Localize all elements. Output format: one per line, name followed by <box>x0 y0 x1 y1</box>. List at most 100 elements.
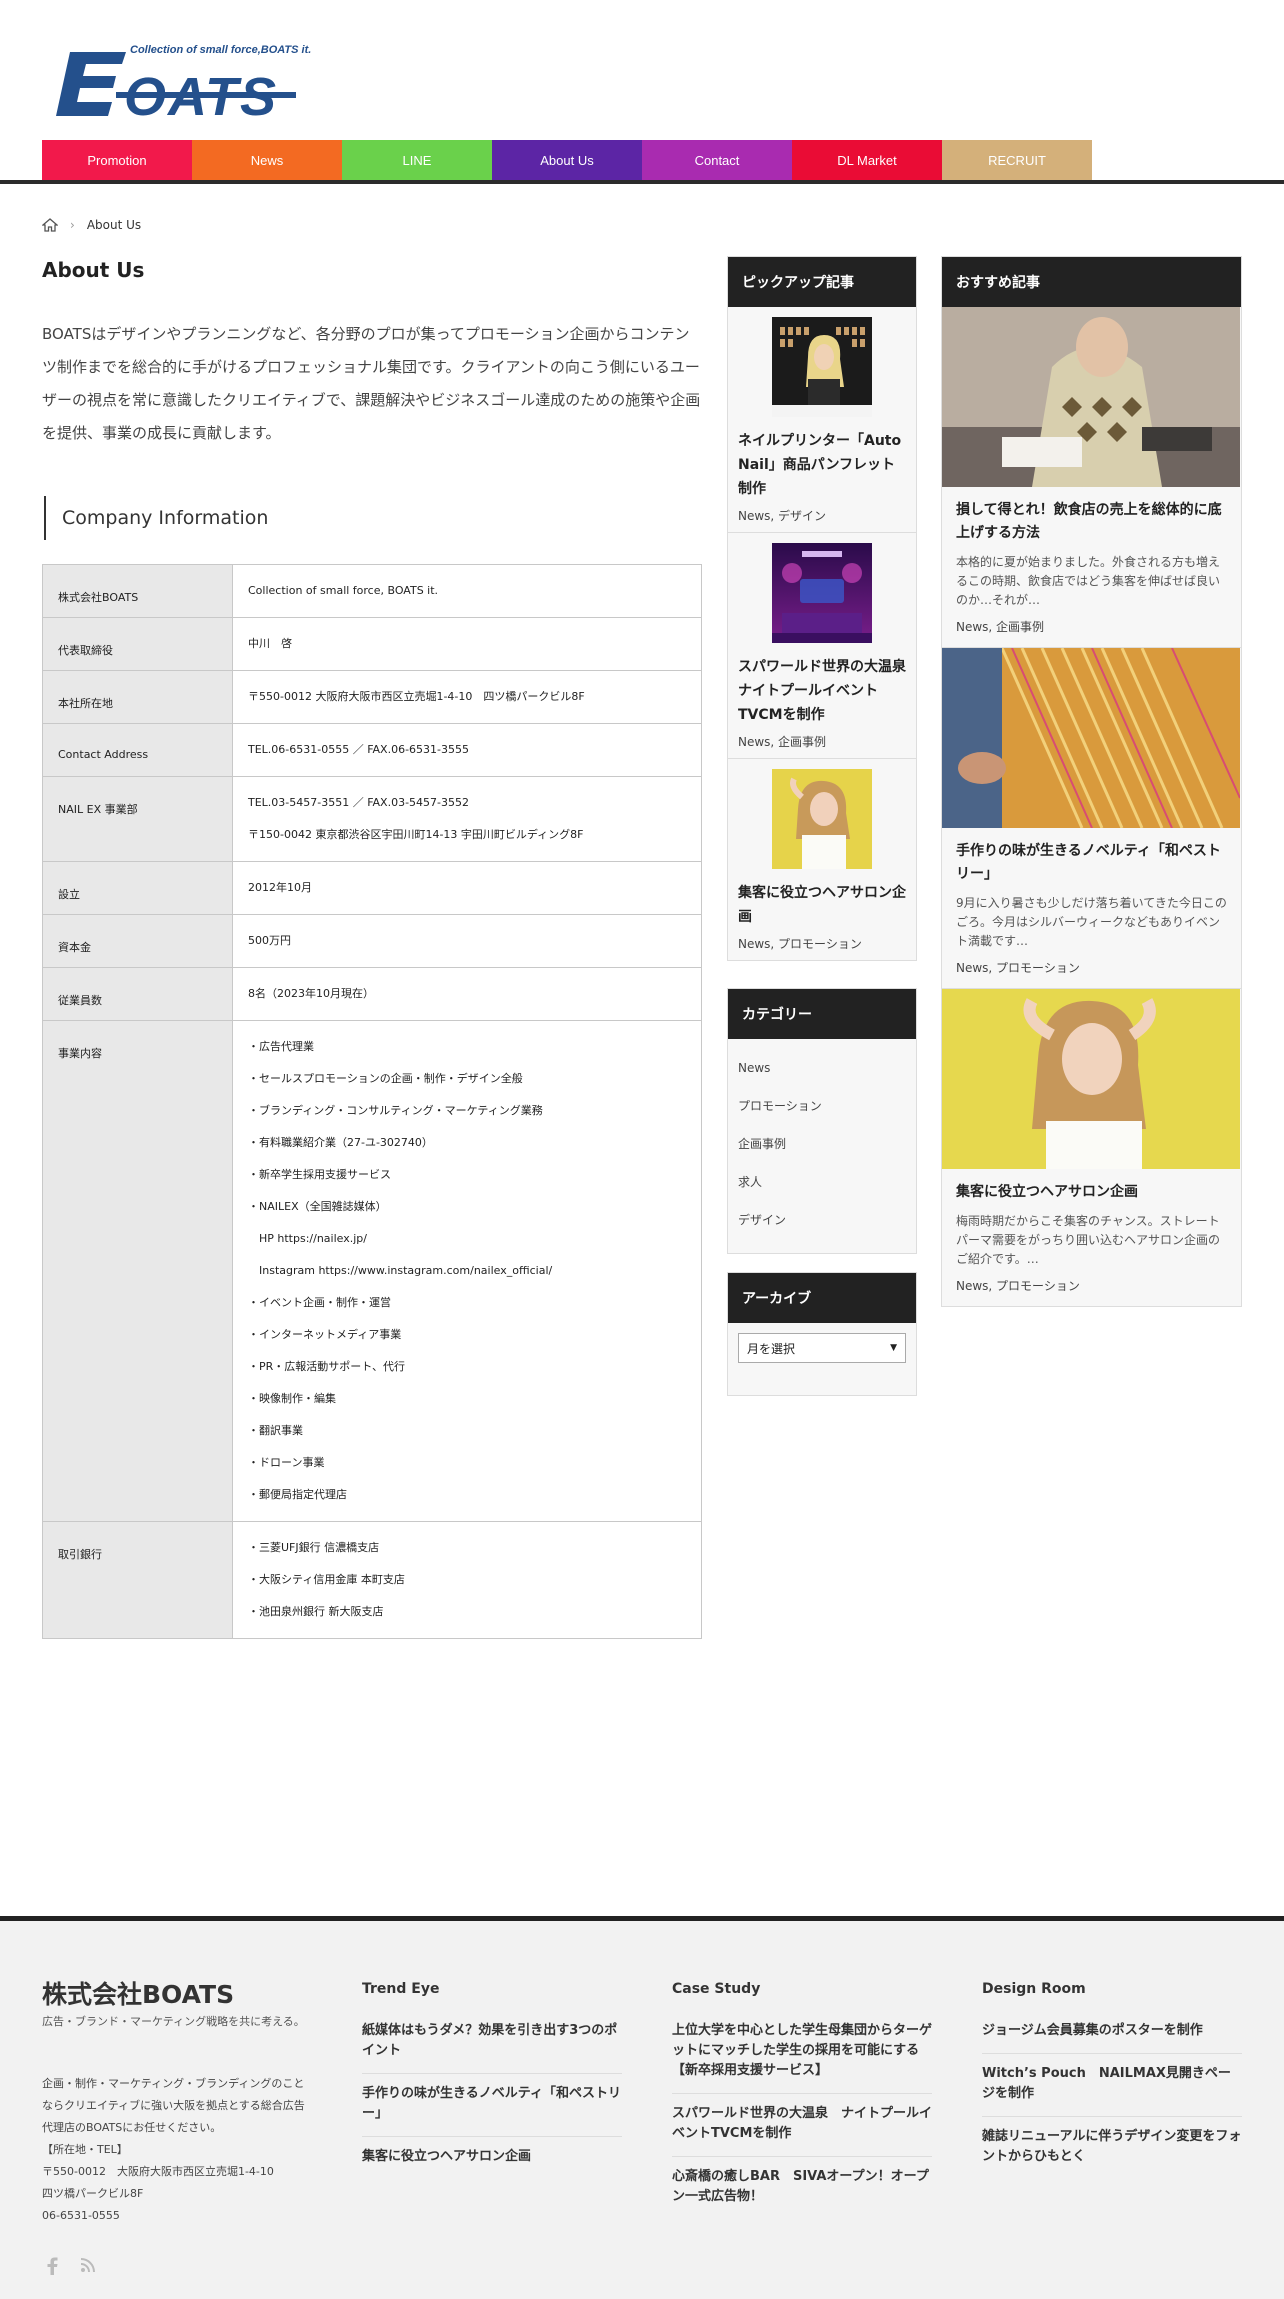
pickup-title[interactable]: 集客に役立つヘアサロン企画 <box>738 881 906 929</box>
company-table-value: 〒550-0012 大阪府大阪市西区立売堀1-4-10 四ツ橋パークビル8F <box>232 670 702 724</box>
recommended-item[interactable]: 損して得とれ！飲食店の売上を総体的に底上げする方法 本格的に夏が始まりました。外… <box>942 307 1241 648</box>
category-widget: カテゴリー News プロモーション 企画事例 求人 デザイン <box>727 988 917 1254</box>
nav-line[interactable]: LINE <box>342 140 492 180</box>
nav-about-us[interactable]: About Us <box>492 140 642 180</box>
pickup-title[interactable]: スパワールド世界の大温泉 ナイトプールイベントTVCMを制作 <box>738 655 906 727</box>
chevron-down-icon: ▼ <box>890 1343 897 1353</box>
section-heading: Company Information <box>44 496 268 540</box>
footer-link[interactable]: Witch’s Pouch NAILMAX見開きページを制作 <box>982 2054 1242 2117</box>
nav-recruit[interactable]: RECRUIT <box>942 140 1092 180</box>
recommended-title[interactable]: 集客に役立つヘアサロン企画 <box>956 1181 1227 1204</box>
pickup-item[interactable]: 集客に役立つヘアサロン企画 News, プロモーション <box>728 759 916 960</box>
footer-col-design-room: Design Room ジョージム会員募集のポスターを制作 Witch’s Po… <box>982 1981 1242 2179</box>
nav-contact[interactable]: Contact <box>642 140 792 180</box>
recommended-image-restaurant <box>942 307 1240 487</box>
pickup-meta[interactable]: News, 企画事例 <box>738 733 906 750</box>
recommended-image-hair-salon <box>942 989 1240 1169</box>
company-table-value-line: 〒550-0012 大阪府大阪市西区立売堀1-4-10 四ツ橋パークビル8F <box>248 690 585 703</box>
company-table-value-line: ・ドローン事業 <box>248 1456 325 1469</box>
company-table-value-line: 8名（2023年10月現在） <box>248 987 374 1000</box>
breadcrumb: › About Us <box>42 218 141 232</box>
company-table-label: 取引銀行 <box>42 1521 233 1639</box>
footer-link[interactable]: 紙媒体はもうダメ？効果を引き出す3つのポイント <box>362 2011 622 2074</box>
logo-wordmark: OATS <box>124 67 278 127</box>
company-table-value-line: 500万円 <box>248 934 291 947</box>
recommended-image-weaving <box>942 648 1240 828</box>
company-table-value-line: TEL.03-5457-3551 ／ FAX.03-5457-3552 <box>248 796 470 809</box>
company-table-row: 資本金 500万円 <box>42 914 702 968</box>
recommended-title[interactable]: 手作りの味が生きるノベルティ「和ペストリー」 <box>956 840 1227 886</box>
company-table-value-line: ・大阪シティ信用金庫 本町支店 <box>248 1573 405 1586</box>
company-table-value-line: ・セールスプロモーションの企画・制作・デザイン全般 <box>248 1072 523 1085</box>
recommended-heading: おすすめ記事 <box>942 257 1241 307</box>
company-table-value-line: 中川 啓 <box>248 637 292 650</box>
company-table-label: 本社所在地 <box>42 670 233 724</box>
footer-link[interactable]: 雑誌リニューアルに伴うデザイン変更をフォントからひもとく <box>982 2117 1242 2179</box>
footer-link[interactable]: スパワールド世界の大温泉 ナイトプールイベントTVCMを制作 <box>672 2094 932 2157</box>
nav-news[interactable]: News <box>192 140 342 180</box>
pickup-meta[interactable]: News, デザイン <box>738 507 906 524</box>
rss-icon[interactable] <box>80 2257 96 2279</box>
company-table-value-line: ・インターネットメディア事業 <box>248 1328 402 1341</box>
nav-promotion[interactable]: Promotion <box>42 140 192 180</box>
company-table-label: 代表取締役 <box>42 617 233 671</box>
pickup-item[interactable]: ネイルプリンター「Auto Nail」商品パンフレット制作 News, デザイン <box>728 307 916 533</box>
company-table-label: 資本金 <box>42 914 233 968</box>
company-table-label: 従業員数 <box>42 967 233 1021</box>
recommended-excerpt: 梅雨時期だからこそ集客のチャンス。ストレートパーマ需要をがっちり囲い込むヘアサロ… <box>956 1214 1221 1266</box>
recommended-title[interactable]: 損して得とれ！飲食店の売上を総体的に底上げする方法 <box>956 499 1227 545</box>
pickup-meta[interactable]: News, プロモーション <box>738 935 906 952</box>
category-recruit[interactable]: 求人 <box>738 1163 906 1201</box>
recommended-item[interactable]: 手作りの味が生きるノベルティ「和ペストリー」 9月に入り暑さも少しだけ落ち着いて… <box>942 648 1241 989</box>
company-table-value-line: ・イベント企画・制作・運営 <box>248 1296 391 1309</box>
company-table-value-line: ・新卒学生採用支援サービス <box>248 1168 391 1181</box>
archive-month-select[interactable]: 月を選択 ▼ <box>738 1333 906 1363</box>
footer-link[interactable]: 集客に役立つヘアサロン企画 <box>362 2137 622 2179</box>
company-table-row: 従業員数 8名（2023年10月現在） <box>42 967 702 1021</box>
footer-col-case-study: Case Study 上位大学を中心とした学生母集団からターゲットにマッチした学… <box>672 1981 932 2219</box>
recommended-meta[interactable]: News, 企画事例 <box>956 618 1227 635</box>
footer-link[interactable]: 心斎橋の癒しBAR SIVAオープン！オープン一式広告物！ <box>672 2157 932 2219</box>
recommended-meta[interactable]: News, プロモーション <box>956 959 1227 976</box>
facebook-icon[interactable] <box>46 2257 58 2279</box>
company-table-value-line: ・郵便局指定代理店 <box>248 1488 347 1501</box>
company-info-table: 株式会社BOATS Collection of small force, BOAT… <box>42 564 702 1639</box>
recommended-excerpt: 9月に入り暑さも少しだけ落ち着いてきた今日このごろ。今月はシルバーウィークなども… <box>956 896 1227 948</box>
company-table-label: NAIL EX 事業部 <box>42 776 233 862</box>
main-nav: Promotion News LINE About Us Contact DL … <box>42 140 1092 180</box>
company-table-value-line: ・NAILEX（全国雑誌媒体） <box>248 1200 387 1213</box>
category-news[interactable]: News <box>738 1049 906 1087</box>
company-table-value-line: ・ブランディング・コンサルティング・マーケティング業務 <box>248 1104 543 1117</box>
category-case-study[interactable]: 企画事例 <box>738 1125 906 1163</box>
company-table-value: ・三菱UFJ銀行 信濃橋支店 ・大阪シティ信用金庫 本町支店 ・池田泉州銀行 新大阪… <box>232 1521 702 1639</box>
site-footer: 株式会社BOATS 広告・ブランド・マーケティング戦略を共に考える。 企画・制作… <box>0 1916 1284 2299</box>
company-table-row: 取引銀行 ・三菱UFJ銀行 信濃橋支店 ・大阪シティ信用金庫 本町支店 ・池田泉州銀行… <box>42 1521 702 1639</box>
pickup-thumb-nail-printer <box>772 317 872 417</box>
archive-widget: アーカイブ 月を選択 ▼ <box>727 1272 917 1396</box>
footer-link[interactable]: ジョージム会員募集のポスターを制作 <box>982 2011 1242 2054</box>
category-heading: カテゴリー <box>728 989 916 1039</box>
footer-desc-line: 06-6531-0555 <box>42 2209 120 2222</box>
recommended-item[interactable]: 集客に役立つヘアサロン企画 梅雨時期だからこそ集客のチャンス。ストレートパーマ需… <box>942 989 1241 1306</box>
archive-heading: アーカイブ <box>728 1273 916 1323</box>
nav-dl-market[interactable]: DL Market <box>792 140 942 180</box>
category-promotion[interactable]: プロモーション <box>738 1087 906 1125</box>
footer-desc-line: 〒550-0012 大阪府大阪市西区立売堀1-4-10 <box>42 2165 274 2178</box>
site-header: Collection of small force,BOATS it. OATS… <box>0 0 1284 184</box>
footer-link[interactable]: 手作りの味が生きるノベルティ「和ペストリー」 <box>362 2074 622 2137</box>
pickup-item[interactable]: スパワールド世界の大温泉 ナイトプールイベントTVCMを制作 News, 企画事… <box>728 533 916 759</box>
company-table-value: 8名（2023年10月現在） <box>232 967 702 1021</box>
company-table-value: TEL.06-6531-0555 ／ FAX.06-6531-3555 <box>232 723 702 777</box>
category-design[interactable]: デザイン <box>738 1201 906 1239</box>
home-icon[interactable] <box>42 218 58 232</box>
company-table-label: 事業内容 <box>42 1020 233 1522</box>
recommended-meta[interactable]: News, プロモーション <box>956 1277 1227 1294</box>
pickup-title[interactable]: ネイルプリンター「Auto Nail」商品パンフレット制作 <box>738 429 906 501</box>
company-table-label: 株式会社BOATS <box>42 564 233 618</box>
company-table-row: 設立 2012年10月 <box>42 861 702 915</box>
company-table-row: NAIL EX 事業部 TEL.03-5457-3551 ／ FAX.03-545… <box>42 776 702 862</box>
footer-col-trend-eye: Trend Eye 紙媒体はもうダメ？効果を引き出す3つのポイント 手作りの味が… <box>362 1981 622 2179</box>
site-logo[interactable]: Collection of small force,BOATS it. OATS <box>56 44 311 127</box>
company-table-value: 中川 啓 <box>232 617 702 671</box>
footer-link[interactable]: 上位大学を中心とした学生母集団からターゲットにマッチした学生の採用を可能にする【… <box>672 2011 932 2094</box>
